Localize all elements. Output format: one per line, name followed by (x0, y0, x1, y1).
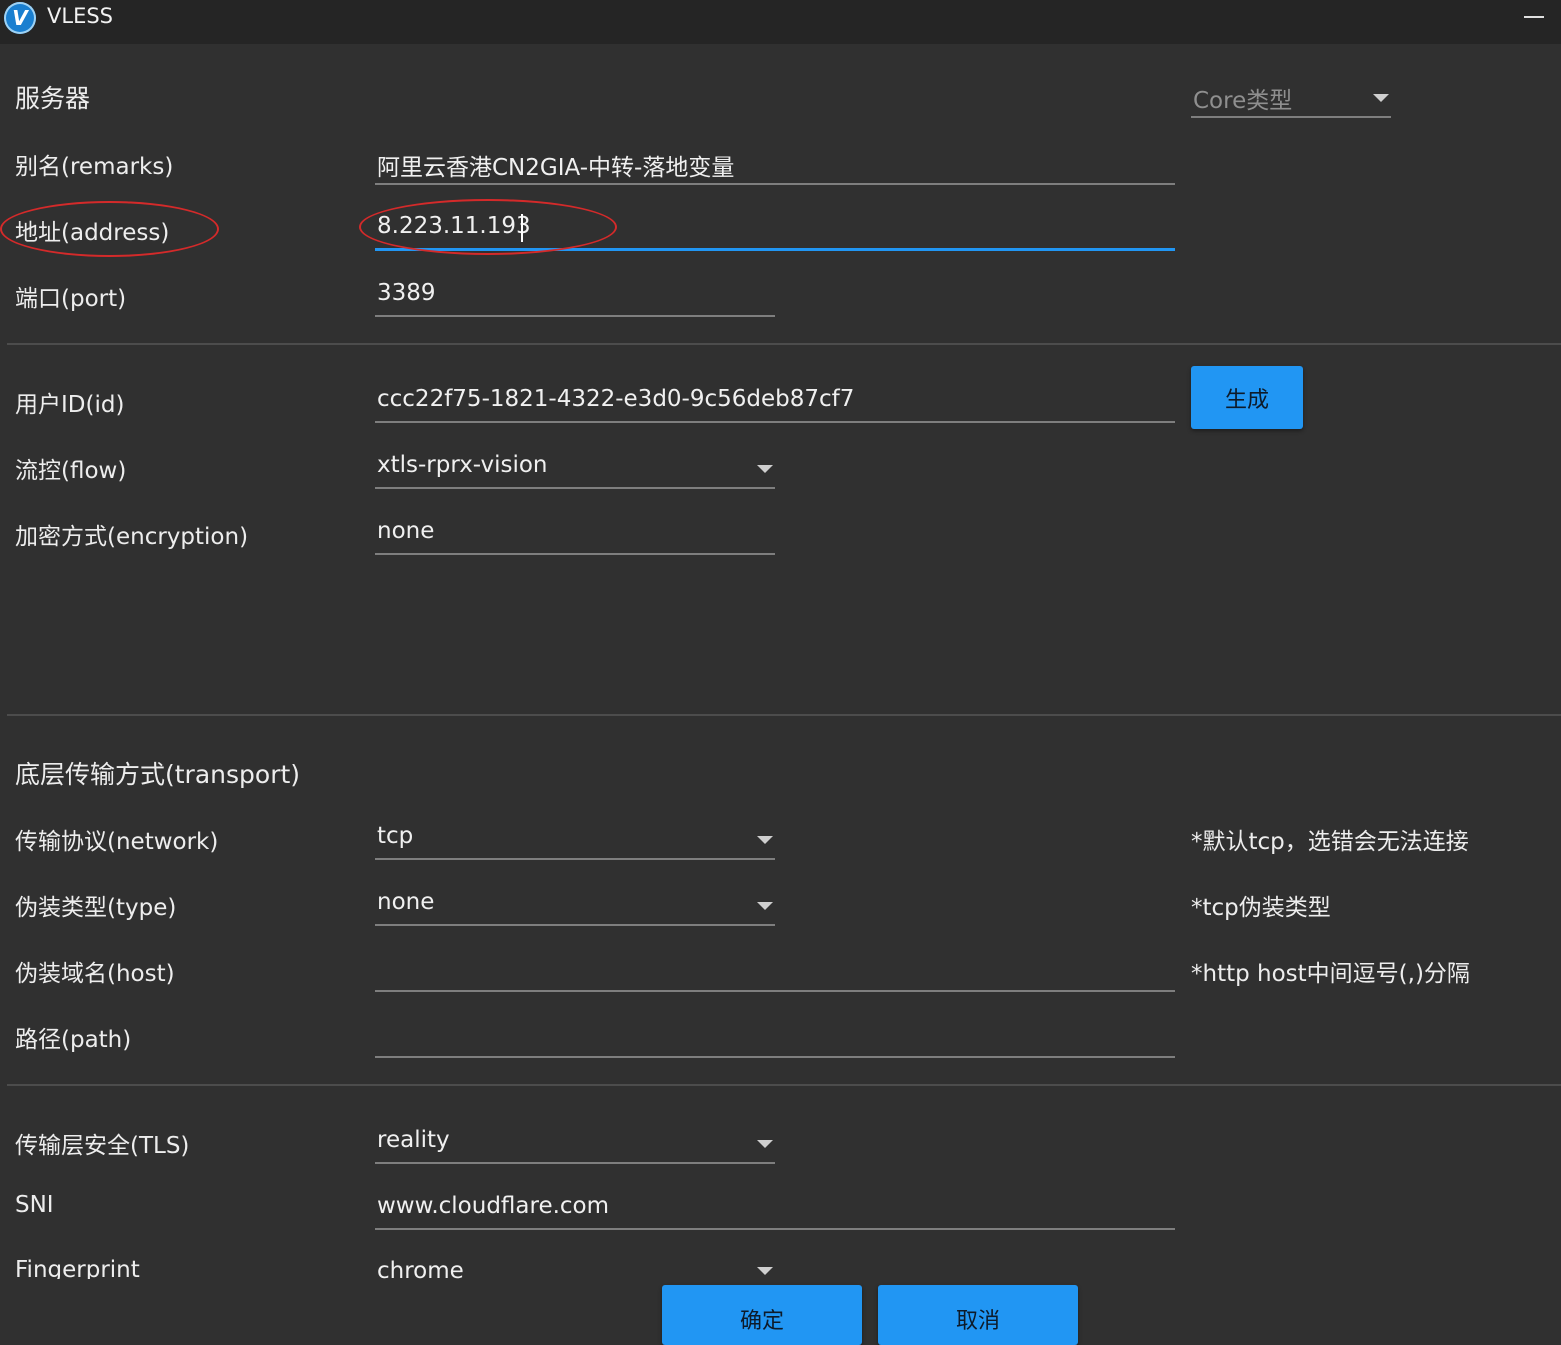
id-label: 用户ID(id) (15, 392, 125, 418)
host-hint: *http host中间逗号(,)分隔 (1191, 961, 1470, 987)
remarks-value: 阿里云香港CN2GIA-中转-落地变量 (377, 155, 735, 181)
port-label: 端口(port) (15, 286, 127, 312)
chevron-down-icon (757, 902, 773, 910)
host-label: 伪装域名(host) (15, 961, 175, 987)
chevron-down-icon (757, 465, 773, 473)
remarks-label: 别名(remarks) (15, 154, 174, 180)
type-value: none (377, 889, 435, 915)
generate-id-button[interactable]: 生成 (1191, 366, 1303, 429)
minimize-icon[interactable] (1516, 4, 1556, 34)
encryption-value: none (377, 518, 435, 544)
network-value: tcp (377, 823, 414, 849)
core-type-placeholder: Core类型 (1193, 88, 1293, 114)
fingerprint-row: Fingerprint chrome (0, 1255, 1561, 1279)
type-select[interactable]: none (375, 886, 775, 926)
chevron-down-icon (1373, 94, 1389, 102)
encryption-input[interactable]: none (375, 515, 775, 555)
sni-value: www.cloudflare.com (377, 1193, 610, 1219)
sni-input[interactable]: www.cloudflare.com (375, 1190, 1175, 1230)
text-caret (521, 214, 523, 242)
path-label: 路径(path) (15, 1027, 132, 1053)
ok-button[interactable]: 确定 (662, 1285, 862, 1345)
title-bar: V VLESS (0, 0, 1561, 44)
id-input[interactable]: ccc22f75-1821-4322-e3d0-9c56deb87cf7 (375, 383, 1175, 423)
remarks-input[interactable]: 阿里云香港CN2GIA-中转-落地变量 (375, 145, 1175, 185)
fingerprint-label: Fingerprint (15, 1257, 140, 1279)
port-value: 3389 (377, 280, 436, 306)
divider (7, 1084, 1561, 1086)
id-value: ccc22f75-1821-4322-e3d0-9c56deb87cf7 (377, 386, 855, 412)
network-select[interactable]: tcp (375, 820, 775, 860)
window-title: VLESS (47, 4, 113, 28)
fingerprint-select[interactable]: chrome (375, 1255, 775, 1279)
tls-select[interactable]: reality (375, 1124, 775, 1164)
address-value: 8.223.11.193 (377, 213, 531, 239)
tls-value: reality (377, 1127, 450, 1153)
divider (7, 714, 1561, 716)
port-input[interactable]: 3389 (375, 277, 775, 317)
address-label: 地址(address) (15, 220, 170, 246)
type-hint: *tcp伪装类型 (1191, 895, 1331, 921)
chevron-down-icon (757, 1140, 773, 1148)
network-label: 传输协议(network) (15, 829, 219, 855)
cancel-button[interactable]: 取消 (878, 1285, 1078, 1345)
fingerprint-value: chrome (377, 1258, 464, 1279)
transport-section-title: 底层传输方式(transport) (15, 760, 301, 789)
encryption-label: 加密方式(encryption) (15, 524, 249, 550)
network-hint: *默认tcp，选错会无法连接 (1191, 829, 1469, 855)
address-input[interactable]: 8.223.11.193 (375, 210, 1175, 251)
path-input[interactable] (375, 1018, 1175, 1058)
flow-label: 流控(flow) (15, 458, 127, 484)
v2rayn-logo-icon: V (4, 2, 36, 34)
chevron-down-icon (757, 836, 773, 844)
chevron-down-icon (757, 1267, 773, 1275)
flow-select[interactable]: xtls-rprx-vision (375, 449, 775, 489)
flow-value: xtls-rprx-vision (377, 452, 548, 478)
core-type-select[interactable]: Core类型 (1191, 78, 1391, 118)
tls-label: 传输层安全(TLS) (15, 1133, 190, 1159)
sni-label: SNI (15, 1192, 54, 1218)
host-input[interactable] (375, 952, 1175, 992)
divider (7, 343, 1561, 345)
type-label: 伪装类型(type) (15, 895, 177, 921)
server-section-title: 服务器 (15, 84, 91, 113)
